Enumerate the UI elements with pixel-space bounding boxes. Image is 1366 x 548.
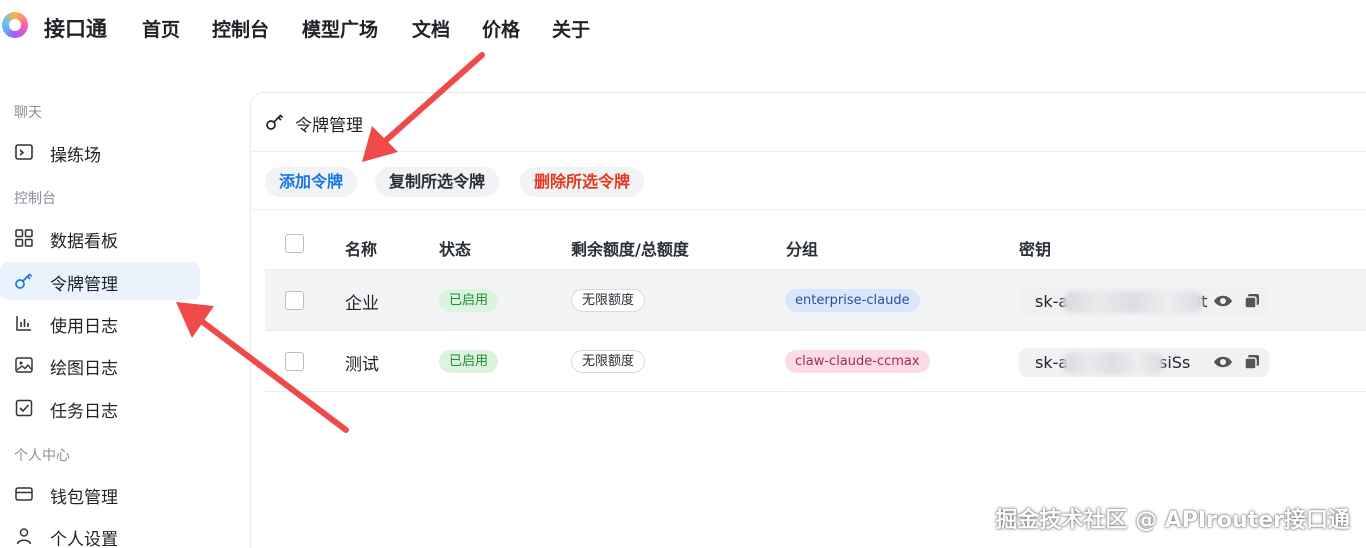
group-badge: enterprise-claude (785, 289, 920, 312)
token-key-suffix: siSs (1159, 353, 1191, 372)
copy-icon[interactable] (1243, 292, 1261, 310)
token-key-field[interactable]: sk-a siSs (1019, 348, 1269, 377)
nav-about[interactable]: 关于 (552, 15, 590, 42)
redaction-blur (1063, 352, 1163, 374)
bar-chart-icon (16, 316, 31, 331)
sidebar-item-token-management[interactable]: 令牌管理 (0, 262, 200, 300)
checkbox-icon (15, 399, 33, 417)
token-key-field[interactable]: sk-aT4 0t (1019, 287, 1269, 316)
nav-docs[interactable]: 文档 (412, 15, 450, 42)
status-badge: 已启用 (439, 289, 499, 312)
sidebar-item-label: 任务日志 (50, 402, 118, 422)
wallet-icon (15, 487, 33, 501)
sidebar-item-label: 个人设置 (50, 530, 118, 548)
column-header-status[interactable]: 状态 (439, 236, 471, 260)
top-nav: 接口通 首页 控制台 模型广场 文档 价格 关于 (0, 0, 1366, 56)
sidebar-item-playground[interactable]: 操练场 (0, 133, 200, 171)
divider (251, 209, 1366, 210)
image-icon (15, 357, 33, 373)
logo-icon[interactable] (2, 12, 28, 38)
sidebar-section-personal: 个人中心 (14, 448, 70, 464)
copy-icon[interactable] (1243, 353, 1261, 371)
token-name: 企业 (345, 294, 379, 314)
sidebar-item-drawing-log[interactable]: 绘图日志 (0, 346, 200, 384)
key-icon (266, 114, 284, 130)
table-header: 名称 状态 剩余额度/总额度 分组 密钥 (251, 227, 1366, 269)
token-management-card: 令牌管理 添加令牌 复制所选令牌 删除所选令牌 名称 状态 剩余额度/总额度 分… (250, 92, 1366, 548)
sidebar-section-console: 控制台 (14, 191, 56, 207)
sidebar-item-label: 操练场 (50, 146, 101, 166)
watermark: 掘金技术社区 @ APIrouter接口通 (995, 508, 1350, 533)
column-header-group[interactable]: 分组 (786, 236, 818, 260)
add-token-button[interactable]: 添加令牌 (265, 167, 358, 197)
terminal-icon (15, 144, 33, 160)
quota-badge: 无限额度 (571, 289, 646, 312)
sidebar: 聊天 操练场 控制台 数据看板 令牌管理 使用日志 绘图日志 任务日志 个人中心… (0, 90, 210, 548)
sidebar-item-label: 数据看板 (50, 232, 118, 252)
copy-selected-tokens-button[interactable]: 复制所选令牌 (375, 167, 500, 197)
sidebar-item-label: 绘图日志 (50, 359, 118, 379)
eye-icon[interactable] (1213, 293, 1233, 309)
nav-home[interactable]: 首页 (142, 15, 180, 42)
row-checkbox[interactable] (285, 291, 304, 310)
column-header-name[interactable]: 名称 (345, 236, 377, 260)
column-header-quota[interactable]: 剩余额度/总额度 (571, 236, 689, 260)
sidebar-item-label: 钱包管理 (50, 488, 118, 508)
row-checkbox[interactable] (285, 352, 304, 371)
sidebar-item-usage-log[interactable]: 使用日志 (0, 304, 200, 342)
table-row[interactable]: 企业 已启用 无限额度 enterprise-claude sk-aT4 0t (265, 270, 1366, 331)
sidebar-item-personal-settings[interactable]: 个人设置 (0, 517, 200, 548)
dashboard-icon (15, 229, 33, 247)
sidebar-item-wallet[interactable]: 钱包管理 (0, 475, 200, 513)
delete-selected-tokens-button[interactable]: 删除所选令牌 (520, 167, 645, 197)
select-all-checkbox[interactable] (285, 234, 304, 253)
app-window: 接口通 首页 控制台 模型广场 文档 价格 关于 聊天 操练场 控制台 数据看板 (0, 0, 1366, 548)
nav-pricing[interactable]: 价格 (482, 15, 520, 42)
redaction-blur (1063, 291, 1203, 313)
page-title: 令牌管理 (295, 116, 363, 136)
brand-name[interactable]: 接口通 (44, 13, 107, 43)
nav-console[interactable]: 控制台 (212, 15, 269, 42)
sidebar-item-label: 使用日志 (50, 317, 118, 337)
table-row[interactable]: 测试 已启用 无限额度 claw-claude-ccmax sk-a siSs (265, 331, 1366, 392)
sidebar-section-chat: 聊天 (14, 105, 42, 121)
group-badge: claw-claude-ccmax (785, 350, 930, 373)
sidebar-item-task-log[interactable]: 任务日志 (0, 389, 200, 427)
status-badge: 已启用 (439, 350, 499, 373)
user-icon (16, 528, 32, 545)
sidebar-item-label: 令牌管理 (50, 275, 118, 295)
divider (251, 151, 1366, 152)
sidebar-item-dashboard[interactable]: 数据看板 (0, 219, 200, 257)
token-name: 测试 (345, 355, 379, 375)
nav-model-square[interactable]: 模型广场 (302, 15, 378, 42)
quota-badge: 无限额度 (571, 350, 646, 373)
column-header-key[interactable]: 密钥 (1019, 236, 1051, 260)
key-icon (15, 273, 33, 289)
eye-icon[interactable] (1213, 354, 1233, 370)
